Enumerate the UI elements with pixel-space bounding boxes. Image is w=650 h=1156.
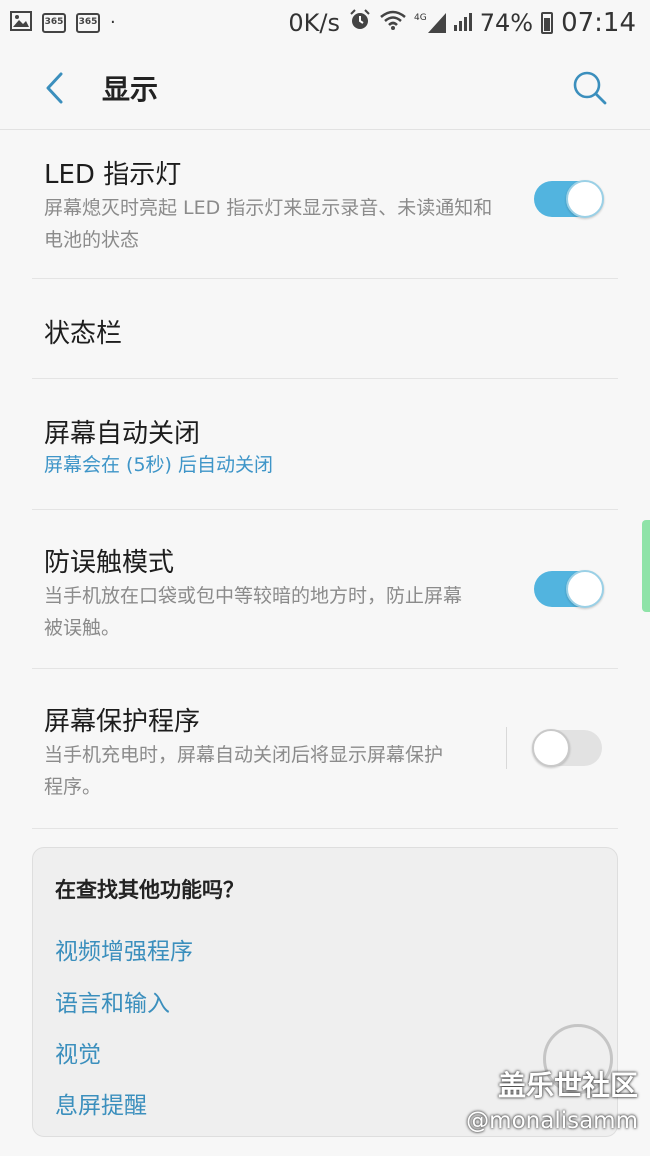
setting-title: 防误触模式 [44, 548, 175, 578]
setting-description: 屏幕会在 (5秒) 后自动关闭 [44, 454, 273, 476]
setting-title: 状态栏 [44, 319, 123, 349]
alarm-icon [348, 8, 372, 38]
chevron-left-icon [46, 72, 63, 104]
wifi-icon [380, 9, 406, 37]
more-notifications-dot: · [110, 12, 116, 33]
setting-title: 屏幕保护程序 [44, 707, 201, 737]
network-type-label: 4G [414, 13, 427, 23]
signal-4g-icon: 4G [414, 13, 446, 33]
app-bar: 显示 [0, 46, 650, 130]
toggle-knob [566, 570, 604, 608]
setting-description: 屏幕熄灭时亮起 LED 指示灯来显示录音、未读通知和电池的状态 [44, 197, 493, 251]
toggle-knob [566, 180, 604, 218]
link-always-on-display[interactable]: 息屏提醒 [55, 1086, 147, 1120]
search-icon [573, 71, 607, 105]
card-title: 在查找其他功能吗？ [55, 878, 244, 902]
setting-led-indicator[interactable]: LED 指示灯 屏幕熄灭时亮起 LED 指示灯来显示录音、未读通知和电池的状态 [32, 130, 618, 279]
back-button[interactable] [34, 66, 74, 110]
battery-icon [541, 12, 554, 34]
clock: 07:14 [561, 8, 636, 38]
network-speed: 0K/s [288, 9, 341, 37]
setting-title: 屏幕自动关闭 [44, 419, 201, 449]
watermark-user: @monalisamm [466, 1108, 638, 1134]
setting-title: LED 指示灯 [44, 160, 182, 190]
link-language-input[interactable]: 语言和输入 [55, 984, 170, 1018]
gallery-icon [10, 9, 32, 37]
setting-screen-saver[interactable]: 屏幕保护程序 当手机充电时，屏幕自动关闭后将显示屏幕保护程序。 [32, 669, 618, 829]
screen-saver-toggle[interactable] [532, 729, 602, 767]
setting-status-bar[interactable]: 状态栏 [32, 279, 618, 379]
link-video-enhancer[interactable]: 视频增强程序 [55, 932, 193, 966]
scroll-indicator [642, 520, 650, 612]
status-bar: 365 365 · 0K/s 4G 74% 07:14 [0, 0, 650, 46]
status-bar-left: 365 365 · [0, 9, 116, 37]
page-title: 显示 [102, 73, 159, 106]
watermark-brand: 盖乐世社区 [497, 1069, 638, 1102]
vertical-divider [506, 727, 507, 769]
setting-screen-timeout[interactable]: 屏幕自动关闭 屏幕会在 (5秒) 后自动关闭 [32, 379, 618, 510]
battery-percent: 74% [479, 9, 534, 37]
search-button[interactable] [568, 66, 612, 110]
calendar-365-icon-2: 365 [76, 13, 100, 33]
setting-accidental-touch-protection[interactable]: 防误触模式 当手机放在口袋或包中等较暗的地方时，防止屏幕被误触。 [32, 510, 618, 669]
toggle-knob [532, 729, 570, 767]
status-bar-right: 0K/s 4G 74% 07:14 [288, 8, 650, 38]
setting-description: 当手机充电时，屏幕自动关闭后将显示屏幕保护程序。 [44, 744, 444, 798]
setting-description: 当手机放在口袋或包中等较暗的地方时，防止屏幕被误触。 [44, 585, 463, 639]
led-indicator-toggle[interactable] [534, 180, 604, 218]
accidental-touch-toggle[interactable] [534, 570, 604, 608]
link-vision[interactable]: 视觉 [55, 1035, 101, 1069]
signal-icon [453, 9, 472, 37]
calendar-365-icon: 365 [42, 13, 66, 33]
